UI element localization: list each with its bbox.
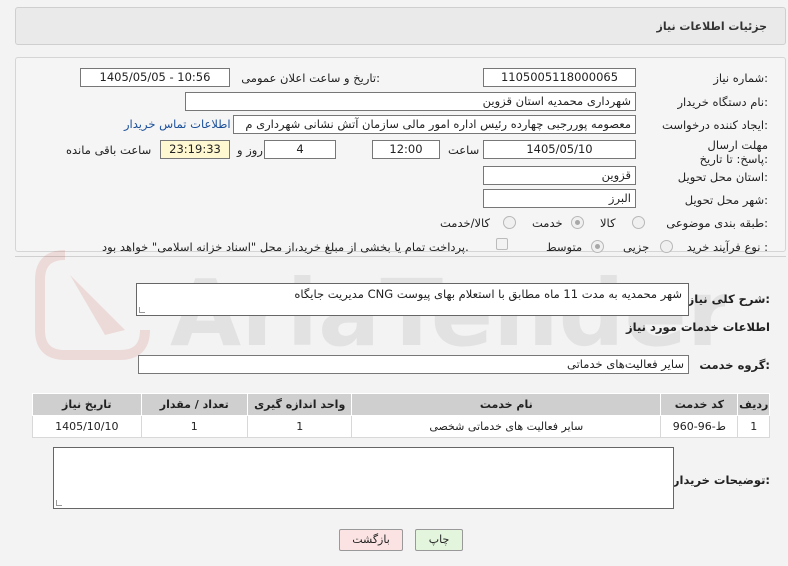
days-label: روز و [237,143,263,157]
process-label: نوع فرآیند خرید : [686,240,768,254]
creator-label: ایجاد کننده درخواست: [662,118,768,132]
category-option-service: خدمت [532,216,563,230]
cell-qty: 1 [140,415,249,438]
buyer-org-field: شهرداری محمدیه استان قزوین [185,92,636,111]
col-code: کد خدمت [660,393,739,416]
category-radio-service[interactable] [571,216,584,229]
category-label: طبقه بندی موضوعی: [666,216,768,230]
col-row: ردیف [737,393,770,416]
resize-grip-icon[interactable] [139,307,145,313]
service-group-label: گروه خدمت: [699,358,770,372]
treasury-payment-checkbox[interactable] [496,238,508,250]
deadline-label: مهلت ارسال پاسخ: تا تاریخ: [699,138,768,166]
need-number-field: 1105005118000065 [483,68,636,87]
cell-name: سایر فعالیت های خدماتی شخصی [351,415,662,438]
remaining-time-label: ساعت باقی مانده [66,143,152,157]
deadline-date-field: 1405/05/10 [483,140,636,159]
col-date: تاریخ نیاز [32,393,142,416]
cell-unit: 1 [247,415,353,438]
city-field: البرز [483,189,636,208]
remaining-time-field: 23:19:33 [160,140,230,159]
col-name: نام خدمت [351,393,662,416]
resize-grip-icon[interactable] [56,500,62,506]
col-unit: واحد اندازه گیری [247,393,353,416]
deadline-time-label: ساعت [448,143,480,157]
summary-text: مدیریت جایگاه CNG شهر محمدیه به مدت 11 م… [294,287,682,301]
process-option-minor: جزیی [623,240,650,254]
announce-datetime-label: تاریخ و ساعت اعلان عمومی: [241,71,380,85]
buyer-notes-textarea[interactable] [53,447,674,509]
back-button[interactable]: بازگشت [339,529,403,551]
buyer-contact-link[interactable]: اطلاعات تماس خریدار [124,117,231,131]
days-remaining-field: 4 [264,140,336,159]
process-radio-medium[interactable] [591,240,604,253]
cell-date: 1405/10/10 [32,415,142,438]
category-radio-goods-service[interactable] [503,216,516,229]
cell-code: ط-96-960 [660,415,739,438]
process-radio-minor[interactable] [660,240,673,253]
service-group-field: سایر فعالیت‌های خدماتی [138,355,689,374]
page-header: جزئیات اطلاعات نیاز [15,7,786,45]
services-section-title: اطلاعات خدمات مورد نیاز [626,320,770,334]
buyer-notes-label: توضیحات خریدار: [672,473,770,487]
col-qty: تعداد / مقدار [140,393,249,416]
page-title: جزئیات اطلاعات نیاز [656,20,768,33]
need-number-label: شماره نیاز: [713,71,768,85]
services-table: ردیف کد خدمت نام خدمت واحد اندازه گیری ت… [32,393,770,438]
category-option-goods-service: کالا/خدمت [440,216,491,230]
table-header-row: ردیف کد خدمت نام خدمت واحد اندازه گیری ت… [32,393,770,416]
announce-datetime-field: 1405/05/05 - 10:56 [80,68,230,87]
treasury-payment-note: پرداخت تمام یا بخشی از مبلغ خرید،از محل … [102,240,469,254]
creator-field: معصومه پوررجبی چهارده رئیس اداره امور ما… [233,115,636,134]
summary-label: شرح کلی نیاز: [687,292,770,306]
city-label: شهر محل تحویل: [684,193,768,207]
category-option-goods: کالا [600,216,616,230]
province-field: قزوین [483,166,636,185]
province-label: استان محل تحویل: [677,170,768,184]
table-row: 1 ط-96-960 سایر فعالیت های خدماتی شخصی 1… [32,415,770,438]
print-button[interactable]: چاپ [415,529,463,551]
deadline-time-field: 12:00 [372,140,440,159]
cell-row: 1 [737,415,770,438]
category-radio-goods[interactable] [632,216,645,229]
process-option-medium: متوسط [546,240,583,254]
section-divider [15,256,786,257]
buyer-org-label: نام دستگاه خریدار: [677,95,768,109]
summary-textarea[interactable]: مدیریت جایگاه CNG شهر محمدیه به مدت 11 م… [136,283,689,316]
